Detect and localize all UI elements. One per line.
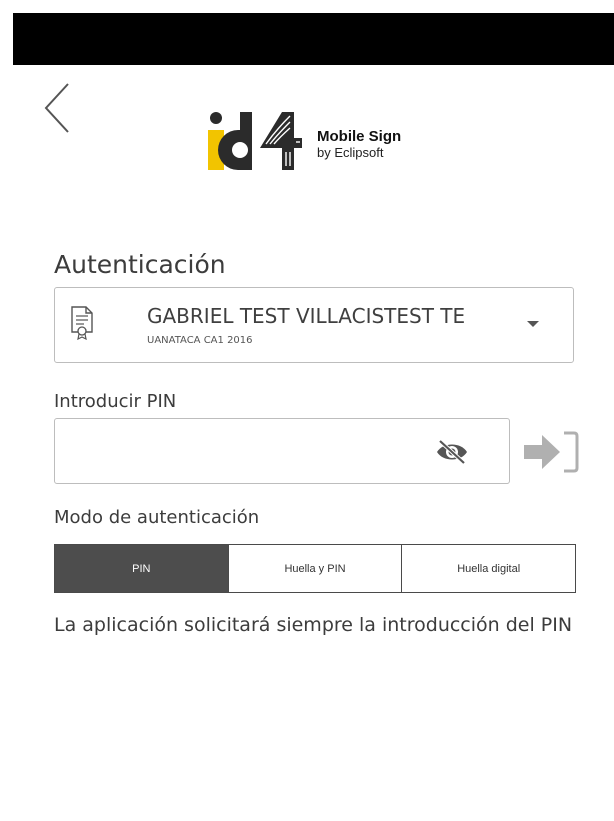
app-logo: Mobile Sign by Eclipsoft: [204, 108, 440, 172]
brand-subtitle: by Eclipsoft: [317, 145, 384, 160]
pin-label: Introducir PIN: [54, 391, 177, 412]
id4-logo-icon: [208, 112, 302, 170]
back-button[interactable]: [38, 82, 78, 138]
auth-mode-tabs: PIN Huella y PIN Huella digital: [54, 544, 576, 593]
certificate-icon: [71, 306, 93, 340]
dropdown-arrow-icon: [527, 321, 539, 327]
login-button[interactable]: [520, 427, 580, 477]
login-arrow-icon: [524, 431, 579, 473]
tab-fingerprint[interactable]: Huella digital: [401, 545, 576, 592]
auth-mode-label: Modo de autenticación: [54, 507, 260, 528]
chevron-left-icon: [44, 83, 69, 133]
certificate-name: GABRIEL TEST VILLACISTEST TE: [147, 304, 466, 328]
auth-mode-description: La aplicación solicitará siempre la intr…: [54, 614, 573, 636]
tab-pin[interactable]: PIN: [55, 545, 228, 592]
pin-input[interactable]: [54, 418, 510, 484]
tab-fingerprint-and-pin[interactable]: Huella y PIN: [227, 545, 402, 592]
brand-title: Mobile Sign: [317, 128, 402, 145]
status-bar: [13, 13, 614, 65]
page-title: Autenticación: [54, 250, 226, 279]
certificate-select[interactable]: GABRIEL TEST VILLACISTEST TE UANATACA CA…: [54, 287, 574, 363]
eye-slash-icon[interactable]: [435, 439, 469, 465]
certificate-issuer: UANATACA CA1 2016: [147, 335, 253, 346]
